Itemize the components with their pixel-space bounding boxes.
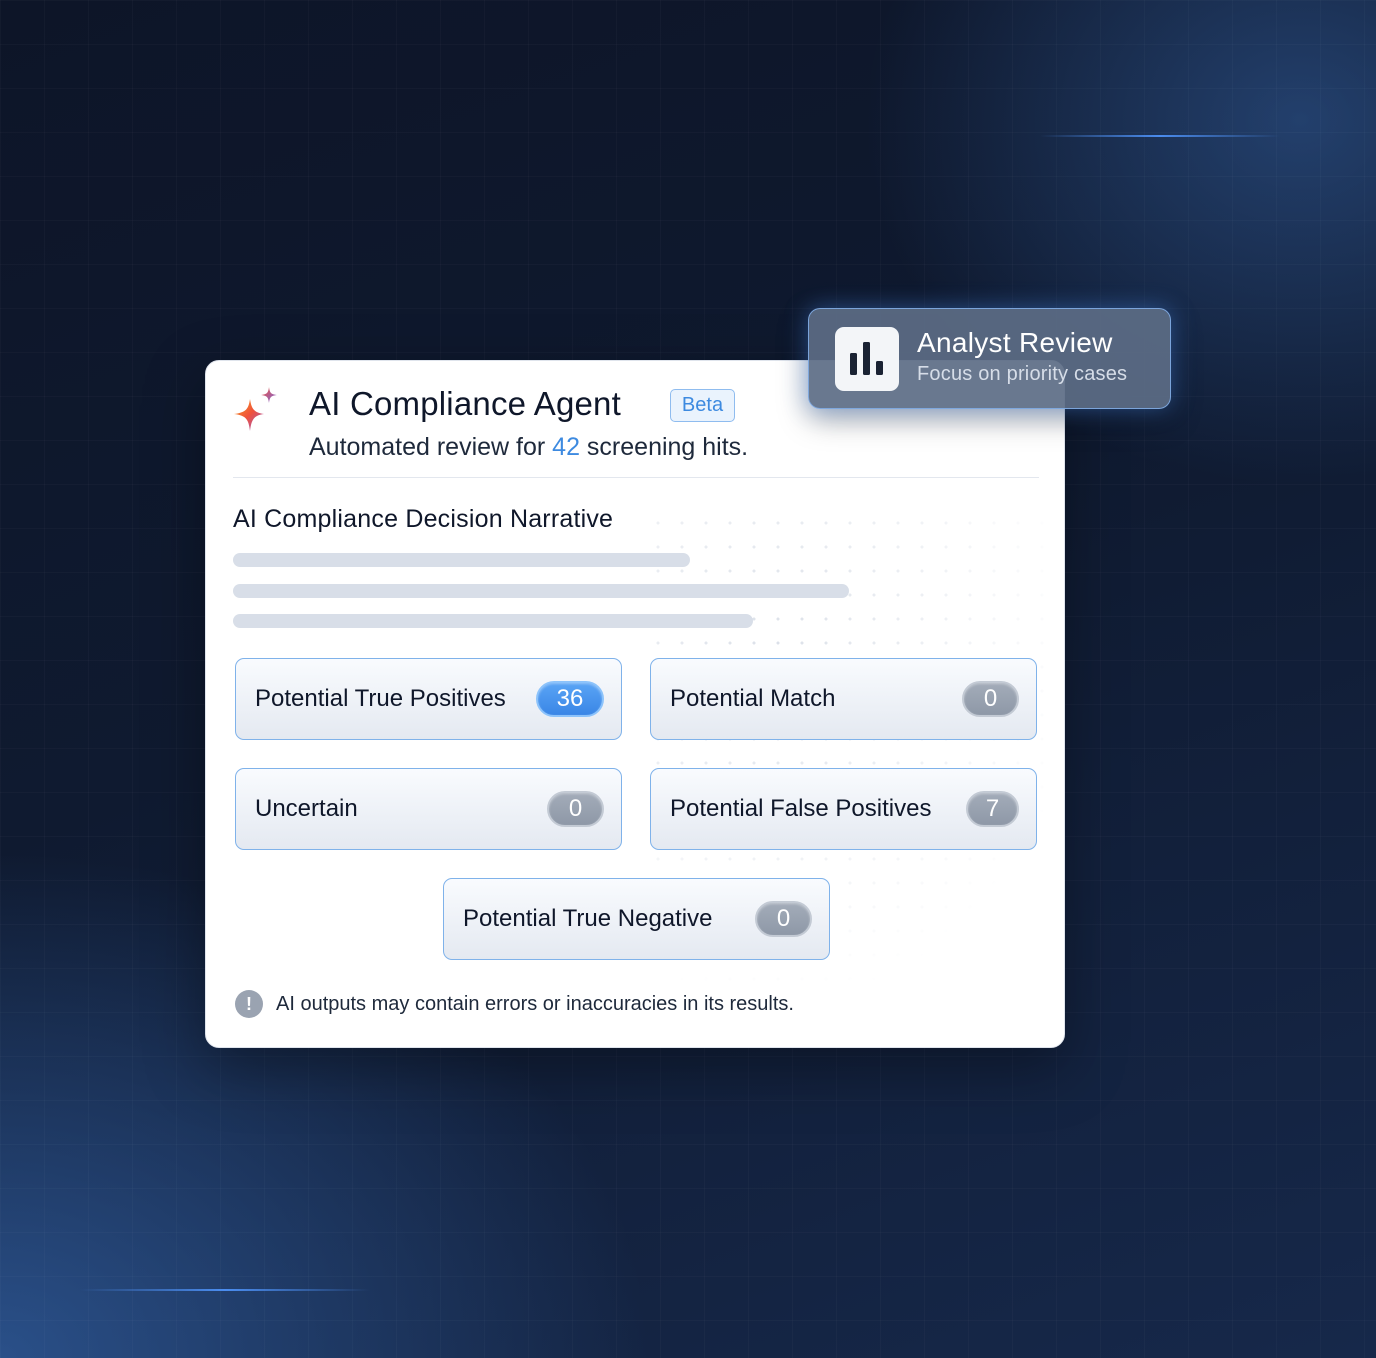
disclaimer-text: AI outputs may contain errors or inaccur… xyxy=(276,993,794,1015)
subtitle-suffix: screening hits. xyxy=(579,433,749,461)
category-label: Potential False Positives xyxy=(670,795,932,822)
category-potential-match[interactable]: Potential Match 0 xyxy=(650,658,1037,740)
category-label: Potential True Negative xyxy=(463,905,713,932)
review-subtitle: Focus on priority cases xyxy=(917,363,1128,385)
hit-count: 42 xyxy=(552,433,580,461)
category-label: Potential Match xyxy=(670,685,836,712)
category-potential-true-positives[interactable]: Potential True Positives 36 xyxy=(235,658,622,740)
category-potential-true-negative[interactable]: Potential True Negative 0 xyxy=(443,878,830,960)
narrative-skeleton-line xyxy=(233,614,753,628)
narrative-title: AI Compliance Decision Narrative xyxy=(233,505,614,533)
divider xyxy=(233,477,1039,478)
category-potential-false-positives[interactable]: Potential False Positives 7 xyxy=(650,768,1037,850)
category-uncertain[interactable]: Uncertain 0 xyxy=(235,768,622,850)
agent-subtitle: Automated review for 42 screening hits. xyxy=(309,433,748,462)
decorative-glow-line xyxy=(80,1289,370,1291)
category-label: Potential True Positives xyxy=(255,685,506,712)
review-title: Analyst Review xyxy=(917,327,1113,358)
subtitle-prefix: Automated review for xyxy=(309,433,553,461)
count-badge: 0 xyxy=(755,901,812,937)
narrative-skeleton-line xyxy=(233,584,849,598)
sparkle-icon xyxy=(234,387,277,431)
beta-badge: Beta xyxy=(670,389,735,422)
bar-chart-icon xyxy=(835,327,899,391)
warning-icon: ! xyxy=(235,990,263,1018)
count-badge: 7 xyxy=(966,791,1019,827)
decorative-glow-line xyxy=(1040,135,1280,137)
narrative-skeleton-line xyxy=(233,553,690,567)
analyst-review-card[interactable]: Analyst Review Focus on priority cases xyxy=(808,308,1171,409)
agent-title: AI Compliance Agent xyxy=(309,385,621,422)
category-label: Uncertain xyxy=(255,795,358,822)
count-badge: 36 xyxy=(536,681,604,717)
count-badge: 0 xyxy=(962,681,1019,717)
ai-compliance-agent-card: AI Compliance Agent Beta Automated revie… xyxy=(205,360,1065,1048)
count-badge: 0 xyxy=(547,791,604,827)
